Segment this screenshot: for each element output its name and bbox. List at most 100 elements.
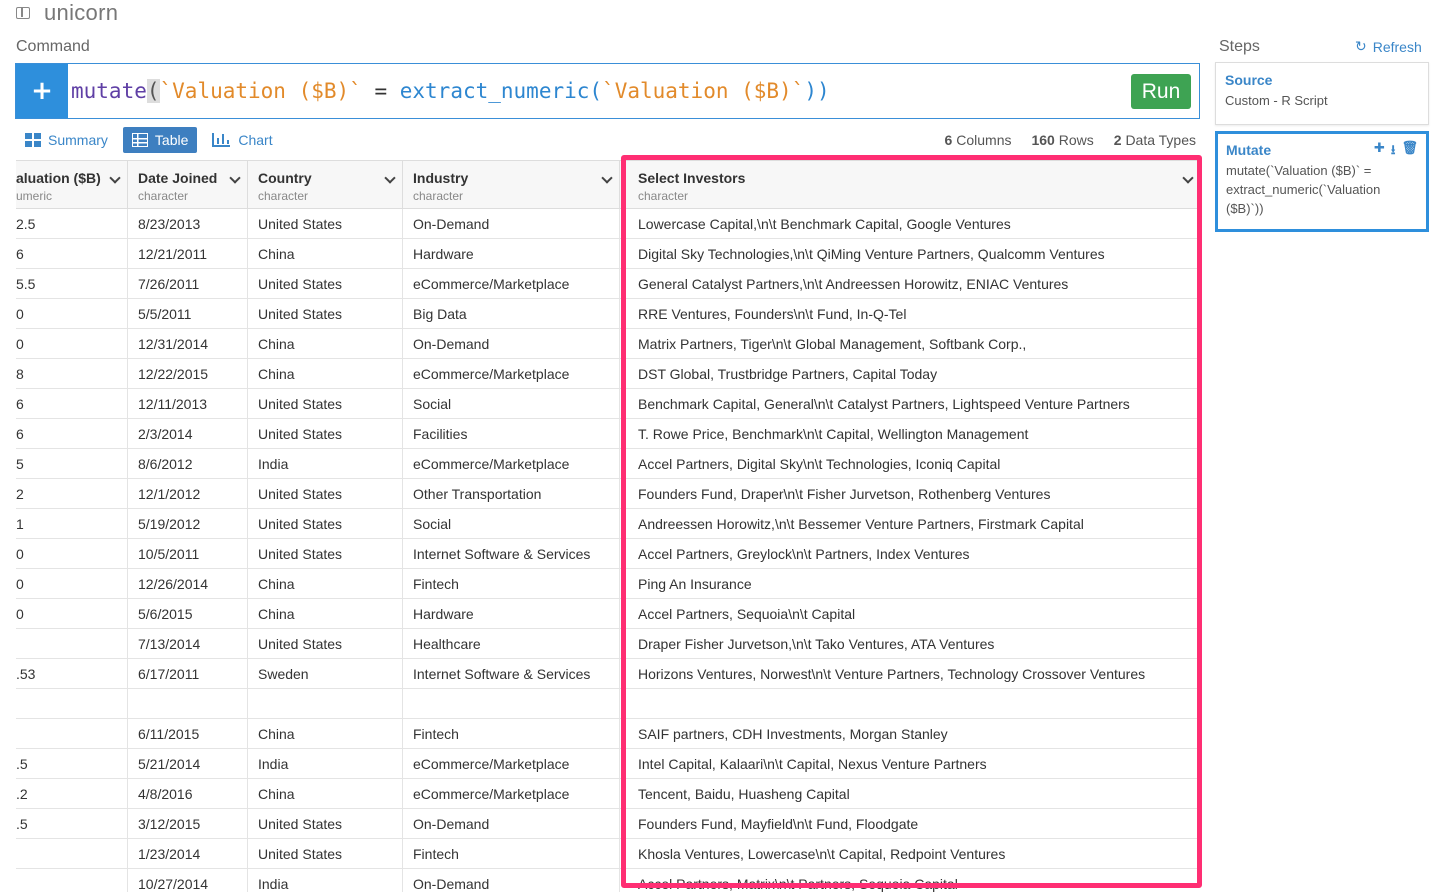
cell-valuation[interactable]: .5 — [16, 749, 128, 779]
column-header-select-investors[interactable]: Select Investors character — [628, 161, 1200, 209]
table-row[interactable]: .53 6/17/2011 Sweden Internet Software & Se… — [16, 659, 1200, 689]
cell-valuation[interactable]: 6 — [16, 419, 128, 449]
cell-date-joined[interactable]: 3/12/2015 — [128, 809, 248, 839]
cell-country[interactable]: United States — [248, 539, 403, 569]
cell-valuation[interactable]: 0 — [16, 539, 128, 569]
cell-select-investors[interactable]: Ping An Insurance — [628, 569, 1196, 599]
cell-country[interactable]: India — [248, 869, 403, 892]
cell-valuation[interactable]: 2.5 — [16, 209, 128, 239]
cell-industry[interactable]: Social — [403, 509, 620, 539]
tab-summary[interactable]: Summary — [16, 127, 117, 153]
cell-select-investors[interactable]: Founders Fund, Draper\n\t Fisher Jurvets… — [628, 479, 1196, 509]
cell-country[interactable] — [248, 689, 403, 719]
table-row[interactable]: 1/23/2014 United States Fintech Khosla Vent… — [16, 839, 1200, 869]
tab-table[interactable]: Table — [122, 127, 198, 153]
table-row[interactable]: 0 12/31/2014 China On-Demand Matrix Partners… — [16, 329, 1200, 359]
cell-select-investors[interactable]: Andreessen Horowitz,\n\t Bessemer Ventur… — [628, 509, 1196, 539]
cell-date-joined[interactable] — [128, 689, 248, 719]
cell-industry[interactable]: Big Data — [403, 299, 620, 329]
cell-date-joined[interactable]: 1/23/2014 — [128, 839, 248, 869]
cell-date-joined[interactable]: 12/31/2014 — [128, 329, 248, 359]
cell-select-investors[interactable]: Lowercase Capital,\n\t Benchmark Capital… — [628, 209, 1196, 239]
cell-industry[interactable]: Fintech — [403, 719, 620, 749]
table-row[interactable]: .2 4/8/2016 China eCommerce/Marketplace Tenc… — [16, 779, 1200, 809]
cell-date-joined[interactable]: 6/17/2011 — [128, 659, 248, 689]
cell-country[interactable]: China — [248, 779, 403, 809]
cell-select-investors[interactable]: Accel Partners, Greylock\n\t Partners, I… — [628, 539, 1196, 569]
cell-select-investors[interactable]: SAIF partners, CDH Investments, Morgan S… — [628, 719, 1196, 749]
cell-select-investors[interactable]: Khosla Ventures, Lowercase\n\t Capital, … — [628, 839, 1196, 869]
cell-date-joined[interactable]: 12/22/2015 — [128, 359, 248, 389]
cell-select-investors[interactable]: Founders Fund, Mayfield\n\t Fund, Floodg… — [628, 809, 1196, 839]
cell-country[interactable]: India — [248, 449, 403, 479]
cell-industry[interactable]: eCommerce/Marketplace — [403, 779, 620, 809]
cell-select-investors[interactable] — [628, 689, 1196, 719]
cell-industry[interactable]: eCommerce/Marketplace — [403, 359, 620, 389]
cell-industry[interactable]: Fintech — [403, 569, 620, 599]
cell-valuation[interactable]: 2 — [16, 479, 128, 509]
table-row[interactable]: 2.5 8/23/2013 United States On-Demand Lowerc… — [16, 209, 1200, 239]
cell-valuation[interactable] — [16, 869, 128, 892]
column-header-industry[interactable]: Industry character — [403, 161, 620, 209]
cell-valuation[interactable]: 6 — [16, 389, 128, 419]
cell-select-investors[interactable]: Intel Capital, Kalaari\n\t Capital, Nexu… — [628, 749, 1196, 779]
table-row[interactable]: 7/13/2014 United States Healthcare Draper F… — [16, 629, 1200, 659]
table-row[interactable]: 8 12/22/2015 China eCommerce/Marketplace DST… — [16, 359, 1200, 389]
column-header-date-joined[interactable]: Date Joined character — [128, 161, 248, 209]
cell-date-joined[interactable]: 6/11/2015 — [128, 719, 248, 749]
cell-select-investors[interactable]: General Catalyst Partners,\n\t Andreesse… — [628, 269, 1196, 299]
cell-country[interactable]: China — [248, 359, 403, 389]
cell-industry[interactable] — [403, 689, 620, 719]
cell-select-investors[interactable]: T. Rowe Price, Benchmark\n\t Capital, We… — [628, 419, 1196, 449]
download-icon[interactable]: ⭳ — [1391, 141, 1396, 163]
cell-industry[interactable]: On-Demand — [403, 869, 620, 892]
refresh-button[interactable]: ↻ Refresh — [1355, 39, 1422, 55]
cell-valuation[interactable]: 0 — [16, 599, 128, 629]
table-row[interactable]: 5 8/6/2012 India eCommerce/Marketplace Accel… — [16, 449, 1200, 479]
table-row[interactable]: .5 3/12/2015 United States On-Demand Founder… — [16, 809, 1200, 839]
table-row[interactable]: 6 2/3/2014 United States Facilities T. Rowe … — [16, 419, 1200, 449]
step-mutate[interactable]: ✚ ⭳ 🗑 Mutate mutate(`Valuation ($B)` = e… — [1215, 131, 1429, 232]
table-row[interactable]: 0 10/5/2011 United States Internet Software… — [16, 539, 1200, 569]
cell-country[interactable]: Sweden — [248, 659, 403, 689]
cell-country[interactable]: United States — [248, 509, 403, 539]
cell-valuation[interactable] — [16, 719, 128, 749]
cell-date-joined[interactable]: 10/5/2011 — [128, 539, 248, 569]
cell-valuation[interactable]: 1 — [16, 509, 128, 539]
cell-industry[interactable]: Social — [403, 389, 620, 419]
cell-valuation[interactable] — [16, 689, 128, 719]
cell-industry[interactable]: eCommerce/Marketplace — [403, 749, 620, 779]
add-step-icon[interactable]: ✚ — [1374, 141, 1385, 163]
cell-industry[interactable]: Facilities — [403, 419, 620, 449]
column-header-valuation[interactable]: aluation ($B) umeric — [16, 161, 128, 209]
cell-date-joined[interactable]: 4/8/2016 — [128, 779, 248, 809]
cell-select-investors[interactable]: RRE Ventures, Founders\n\t Fund, In-Q-Te… — [628, 299, 1196, 329]
cell-industry[interactable]: Hardware — [403, 239, 620, 269]
cell-industry[interactable]: Healthcare — [403, 629, 620, 659]
cell-country[interactable]: India — [248, 749, 403, 779]
cell-valuation[interactable]: 5 — [16, 449, 128, 479]
table-row[interactable]: 6 12/11/2013 United States Social Benchmark … — [16, 389, 1200, 419]
cell-country[interactable]: United States — [248, 479, 403, 509]
cell-select-investors[interactable]: Benchmark Capital, General\n\t Catalyst … — [628, 389, 1196, 419]
cell-country[interactable]: China — [248, 719, 403, 749]
table-row[interactable]: 10/27/2014 India On-Demand Accel Partners, … — [16, 869, 1200, 892]
cell-date-joined[interactable]: 2/3/2014 — [128, 419, 248, 449]
table-row[interactable]: 6 12/21/2011 China Hardware Digital Sky Tech… — [16, 239, 1200, 269]
cell-country[interactable]: China — [248, 569, 403, 599]
cell-select-investors[interactable]: Draper Fisher Jurvetson,\n\t Tako Ventur… — [628, 629, 1196, 659]
tab-chart[interactable]: Chart — [203, 127, 281, 153]
cell-select-investors[interactable]: Digital Sky Technologies,\n\t QiMing Ven… — [628, 239, 1196, 269]
cell-valuation[interactable]: 6 — [16, 239, 128, 269]
cell-select-investors[interactable]: Tencent, Baidu, Huasheng Capital — [628, 779, 1196, 809]
table-row[interactable] — [16, 689, 1200, 719]
cell-country[interactable]: United States — [248, 629, 403, 659]
cell-valuation[interactable]: .53 — [16, 659, 128, 689]
cell-date-joined[interactable]: 5/21/2014 — [128, 749, 248, 779]
trash-icon[interactable]: 🗑 — [1401, 141, 1418, 163]
cell-valuation[interactable]: 5.5 — [16, 269, 128, 299]
cell-select-investors[interactable]: Accel Partners, Sequoia\n\t Capital — [628, 599, 1196, 629]
cell-country[interactable]: United States — [248, 839, 403, 869]
table-row[interactable]: 0 5/6/2015 China Hardware Accel Partners, Se… — [16, 599, 1200, 629]
cell-date-joined[interactable]: 12/11/2013 — [128, 389, 248, 419]
